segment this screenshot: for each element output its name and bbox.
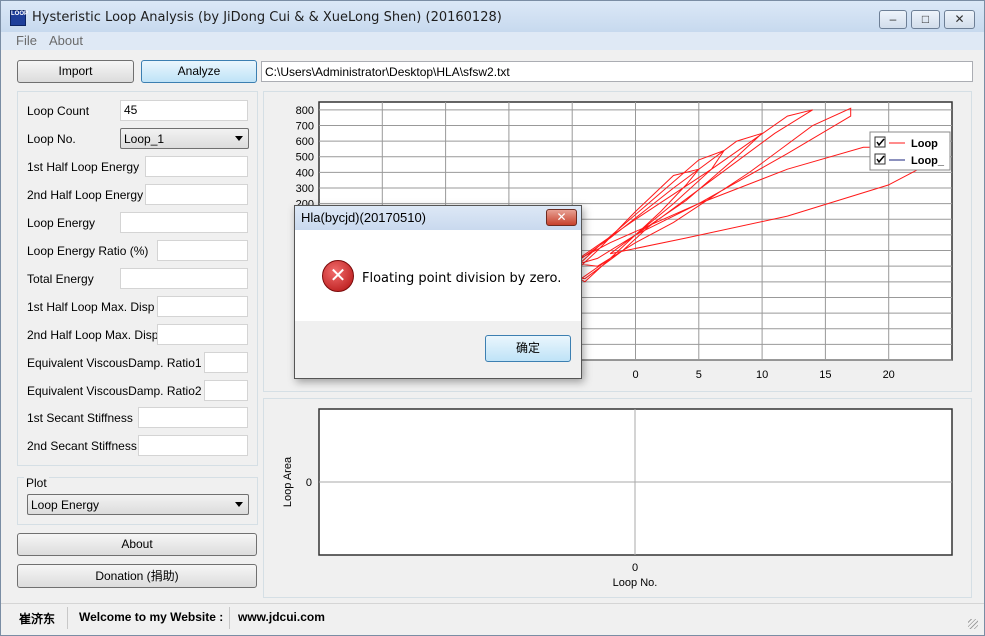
loop-count-field[interactable]: 45 [120,100,248,121]
y-axis-label: Loop Area [282,456,294,507]
file-path-field[interactable]: C:\Users\Administrator\Desktop\HLA\sfsw2… [261,61,973,82]
loop-energy-field[interactable] [120,212,248,233]
chevron-down-icon [235,502,243,507]
plot-type-select[interactable]: Loop Energy [27,494,249,515]
dialog-close-button[interactable]: ✕ [546,209,577,226]
loop-count-label: Loop Count [27,104,90,118]
status-divider [229,607,230,629]
legend-label-2: Loop_ [911,155,945,167]
first-half-max-disp-label: 1st Half Loop Max. Disp [27,300,155,314]
first-half-energy-label: 1st Half Loop Energy [27,160,140,174]
status-author: 崔济东 [19,612,56,626]
maximize-button[interactable]: □ [911,10,940,29]
y-tick-label: 700 [296,120,314,132]
chevron-down-icon [235,136,243,141]
app-loop-icon: LOOP [10,10,28,26]
legend-checkbox-1[interactable] [874,136,886,148]
viscous-damp-ratio1-field[interactable] [204,352,248,373]
loop-energy-label: Loop Energy [27,216,96,230]
status-website[interactable]: www.jdcui.com [238,610,325,624]
resize-grip-icon[interactable] [968,619,978,629]
legend-label-1: Loop [911,138,938,150]
x-tick-label: 0 [632,369,638,381]
loop-no-value: Loop_1 [124,132,165,146]
x-tick-label: 15 [819,369,831,381]
legend-checkbox-2[interactable] [874,153,886,165]
second-half-max-disp-label: 2nd Half Loop Max. Disp [27,328,159,342]
minimize-button[interactable]: – [879,10,907,29]
about-button[interactable]: About [17,533,257,556]
import-button[interactable]: Import [17,60,134,83]
y-tick-label: 600 [296,136,314,148]
y-tick-label: 0 [306,477,312,489]
loop-energy-ratio-field[interactable] [157,240,248,261]
x-tick-label: 20 [883,369,895,381]
x-tick-label: 5 [696,369,702,381]
x-tick-label: 10 [756,369,768,381]
y-tick-label: 300 [296,183,314,195]
y-tick-label: 500 [296,152,314,164]
loop-area-chart[interactable]: 0 0 Loop No. Loop Area [264,399,973,599]
menu-bar: File About [1,32,984,50]
window-title: Hysteristic Loop Analysis (by JiDong Cui… [32,10,502,25]
dialog-message: Floating point division by zero. [362,271,562,286]
total-energy-field[interactable] [120,268,248,289]
status-welcome: Welcome to my Website : [79,610,224,624]
y-tick-label: 800 [296,105,314,117]
main-window: LOOP Hysteristic Loop Analysis (by JiDon… [0,0,985,636]
second-secant-stiffness-field[interactable] [138,435,248,456]
error-dialog: Hla(bycjd)(20170510) ✕ ✕ Floating point … [294,205,582,379]
first-secant-stiffness-label: 1st Secant Stiffness [27,411,133,425]
plot-type-value: Loop Energy [31,498,100,512]
second-secant-stiffness-label: 2nd Secant Stiffness [27,439,137,453]
loop-no-label: Loop No. [27,132,76,146]
plot-group: Plot Loop Energy [17,476,258,525]
second-half-energy-label: 2nd Half Loop Energy [27,188,144,202]
first-half-energy-field[interactable] [145,156,248,177]
dialog-title: Hla(bycjd)(20170510) [295,206,581,230]
loop-no-select[interactable]: Loop_1 [120,128,249,149]
results-panel: Loop Count 45 Loop No. Loop_1 1st Half L… [17,91,258,466]
title-bar: LOOP Hysteristic Loop Analysis (by JiDon… [1,1,984,32]
loop-area-chart-panel: 0 0 Loop No. Loop Area [263,398,972,598]
donation-button[interactable]: Donation (捐助) [17,564,257,588]
analyze-button[interactable]: Analyze [141,60,257,83]
menu-about[interactable]: About [49,33,83,48]
viscous-damp-ratio2-label: Equivalent ViscousDamp. Ratio2 (%) [27,384,224,398]
close-button[interactable]: ✕ [944,10,975,29]
menu-file[interactable]: File [16,33,37,48]
error-icon: ✕ [322,260,354,292]
first-half-max-disp-field[interactable] [157,296,248,317]
plot-group-label: Plot [24,476,49,490]
viscous-damp-ratio2-field[interactable] [204,380,248,401]
x-tick-label: 0 [632,562,638,574]
dialog-body: ✕ Floating point division by zero. [295,230,581,321]
status-divider [67,607,68,629]
dialog-ok-button[interactable]: 确定 [485,335,571,362]
y-tick-label: 400 [296,167,314,179]
status-bar: 崔济东 Welcome to my Website : www.jdcui.co… [1,603,984,635]
second-half-max-disp-field[interactable] [157,324,248,345]
first-secant-stiffness-field[interactable] [138,407,248,428]
viscous-damp-ratio1-label: Equivalent ViscousDamp. Ratio1 (%) [27,356,224,370]
chart-legend: Loop Loop_ [869,131,951,171]
x-axis-label: Loop No. [613,577,658,589]
total-energy-label: Total Energy [27,272,94,286]
loop-energy-ratio-label: Loop Energy Ratio (%) [27,244,149,258]
second-half-energy-field[interactable] [145,184,248,205]
